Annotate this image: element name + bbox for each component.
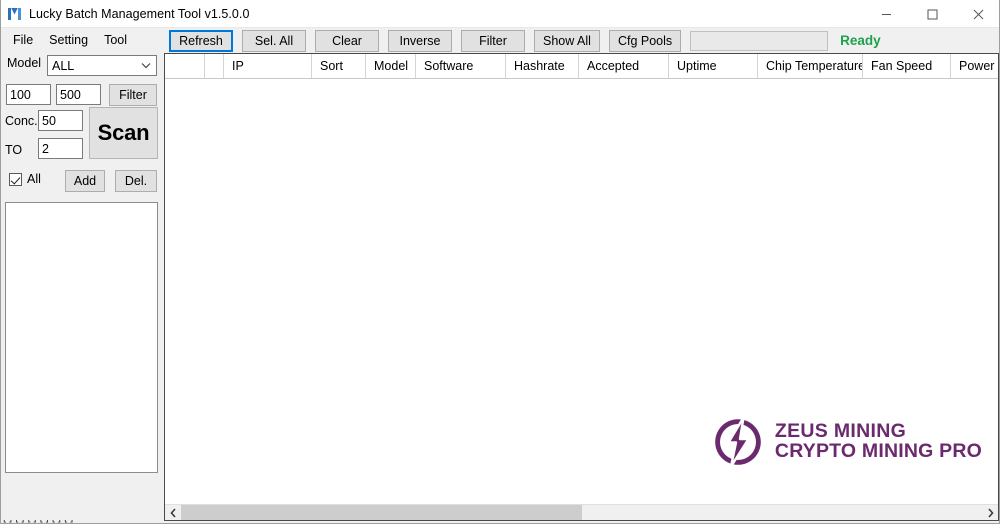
sidebar-filter-button[interactable]: Filter [109, 84, 157, 106]
model-select-value: ALL [52, 59, 74, 73]
inverse-button[interactable]: Inverse [388, 30, 452, 52]
menu-item-setting[interactable]: Setting [43, 31, 94, 49]
table-column-header-fan-speed[interactable]: Fan Speed [863, 54, 951, 78]
bottom-status-text: [ ] [ ] [ ] [ ] [ ] [ ] [3, 520, 73, 523]
devices-table: IP Sort Model Software Hashrate Accepted… [164, 53, 999, 521]
del-button[interactable]: Del. [115, 170, 157, 192]
conc-row: Conc. [5, 114, 38, 128]
device-listbox[interactable] [5, 202, 158, 473]
close-icon[interactable] [955, 0, 1000, 28]
table-column-header-chip-temperature[interactable]: Chip Temperature [758, 54, 863, 78]
show-all-button[interactable]: Show All [534, 30, 600, 52]
bottom-status-strip: [ ] [ ] [ ] [ ] [ ] [ ] [1, 520, 1000, 523]
status-text: Ready [840, 33, 881, 48]
model-row: Model [7, 56, 41, 70]
window-title: Lucky Batch Management Tool v1.5.0.0 [29, 7, 249, 21]
table-header-row: IP Sort Model Software Hashrate Accepted… [165, 54, 998, 79]
filter-button[interactable]: Filter [461, 30, 525, 52]
progress-bar [690, 31, 828, 51]
scan-button[interactable]: Scan [89, 107, 158, 159]
select-all-button[interactable]: Sel. All [242, 30, 306, 52]
to-row: TO [5, 143, 22, 157]
table-column-header-power[interactable]: Power [951, 54, 999, 78]
minimize-icon[interactable] [863, 0, 909, 28]
model-select[interactable]: ALL [47, 55, 157, 76]
watermark-line-2: CRYPTO MINING PRO [775, 442, 982, 462]
table-column-header-index[interactable] [205, 54, 224, 78]
ip-range-end-input[interactable]: 500 [56, 84, 101, 105]
title-bar: Lucky Batch Management Tool v1.5.0.0 [1, 0, 1000, 28]
menu-bar: File Setting Tool [1, 28, 161, 52]
to-input[interactable]: 2 [38, 138, 83, 159]
toolbar: Refresh Sel. All Clear Inverse Filter Sh… [169, 29, 881, 52]
table-column-header-software[interactable]: Software [416, 54, 506, 78]
cfg-pools-button[interactable]: Cfg Pools [609, 30, 681, 52]
zeus-mining-watermark: ZEUS MINING CRYPTO MINING PRO [712, 416, 982, 468]
table-column-header-uptime[interactable]: Uptime [669, 54, 758, 78]
horizontal-scrollbar[interactable] [165, 504, 998, 520]
refresh-button[interactable]: Refresh [169, 30, 233, 52]
chevron-right-icon[interactable] [982, 505, 998, 521]
scrollbar-thumb[interactable] [181, 505, 582, 521]
table-column-header-sort[interactable]: Sort [312, 54, 366, 78]
table-body[interactable]: ZEUS MINING CRYPTO MINING PRO [165, 79, 998, 504]
application-window: Lucky Batch Management Tool v1.5.0.0 Fil… [0, 0, 1000, 524]
menu-item-tool[interactable]: Tool [98, 31, 133, 49]
clear-button[interactable]: Clear [315, 30, 379, 52]
conc-label: Conc. [5, 114, 38, 128]
zeus-bolt-icon [712, 416, 764, 468]
table-column-header-checkbox[interactable] [165, 54, 205, 78]
app-logo-icon [7, 6, 23, 22]
menu-item-file[interactable]: File [7, 31, 39, 49]
maximize-icon[interactable] [909, 0, 955, 28]
chevron-left-icon[interactable] [165, 505, 181, 521]
window-controls [863, 0, 1000, 28]
conc-input[interactable]: 50 [38, 110, 83, 131]
table-column-header-ip[interactable]: IP [224, 54, 312, 78]
table-column-header-accepted[interactable]: Accepted [579, 54, 669, 78]
model-label: Model [7, 56, 41, 70]
table-column-header-hashrate[interactable]: Hashrate [506, 54, 579, 78]
checkbox-checked-icon [9, 173, 22, 186]
to-label: TO [5, 143, 22, 157]
ip-range-start-input[interactable]: 100 [6, 84, 51, 105]
table-column-header-model[interactable]: Model [366, 54, 416, 78]
add-button[interactable]: Add [65, 170, 105, 192]
scrollbar-track[interactable] [181, 505, 982, 521]
sidebar-panel: Model ALL 100 500 Filter Conc. 50 TO 2 S… [1, 52, 162, 524]
all-checkbox-label: All [27, 172, 41, 186]
chevron-down-icon [141, 56, 151, 75]
all-checkbox[interactable]: All [9, 172, 41, 186]
